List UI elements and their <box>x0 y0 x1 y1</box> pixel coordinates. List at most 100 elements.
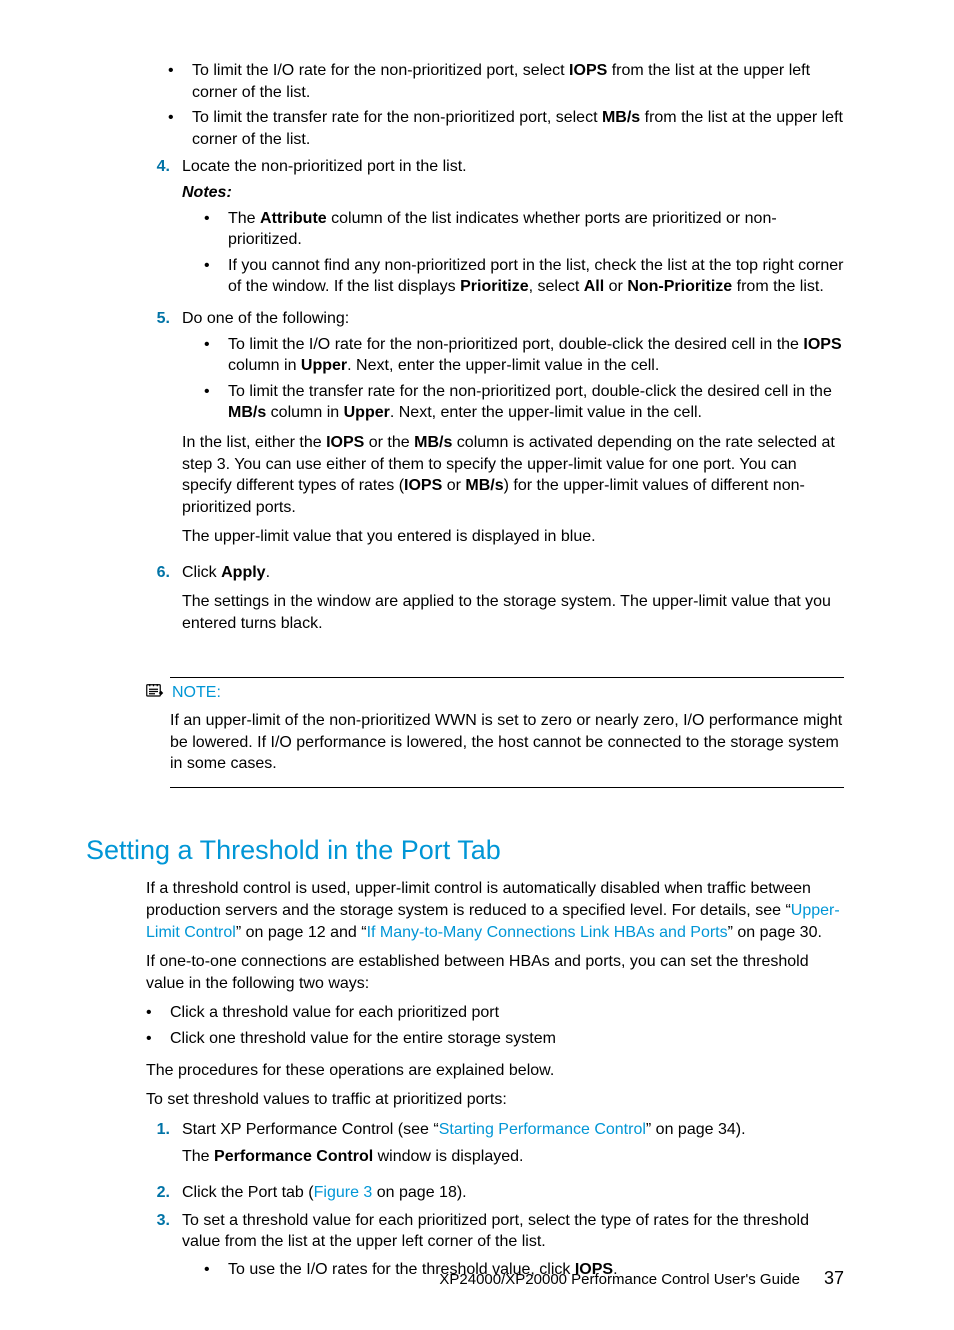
note-block: NOTE: If an upper-limit of the non-prior… <box>146 677 844 788</box>
step-2: 2. Click the Port tab (Figure 3 on page … <box>146 1182 844 1204</box>
link-figure-3[interactable]: Figure 3 <box>314 1184 373 1201</box>
text-bold: IOPS <box>569 62 607 79</box>
bullet-icon <box>204 381 228 424</box>
text-bold: All <box>584 278 604 295</box>
text-bold: MB/s <box>228 404 266 421</box>
step-text: To set a threshold value for each priori… <box>182 1212 809 1251</box>
paragraph: In the list, either the IOPS or the MB/s… <box>182 432 844 518</box>
list-item-text: Click a threshold value for each priorit… <box>170 1002 844 1024</box>
text-bold: Upper <box>301 357 347 374</box>
document-page: To limit the I/O rate for the non-priori… <box>0 0 954 1330</box>
text: or <box>604 278 627 295</box>
text: ” on page 12 and “ <box>236 924 367 941</box>
step-number: 1. <box>146 1119 182 1176</box>
step-text: Click Apply. <box>182 564 270 581</box>
list-item-text: To limit the transfer rate for the non-p… <box>228 381 844 424</box>
section-heading: Setting a Threshold in the Port Tab <box>86 832 844 868</box>
list-item: Click one threshold value for the entire… <box>146 1028 844 1050</box>
bullet-icon <box>204 255 228 298</box>
text: If a threshold control is used, upper-li… <box>146 880 811 919</box>
step-1: 1. Start XP Performance Control (see “St… <box>146 1119 844 1176</box>
text-bold: Prioritize <box>460 278 528 295</box>
paragraph: The procedures for these operations are … <box>146 1060 844 1082</box>
list-item: To limit the I/O rate for the non-priori… <box>182 334 844 377</box>
list-item-text: If you cannot find any non-prioritized p… <box>228 255 844 298</box>
bullet-icon <box>204 1259 228 1281</box>
step-number: 5. <box>146 308 182 556</box>
text-bold: IOPS <box>326 434 364 451</box>
list-item-text: The Attribute column of the list indicat… <box>228 208 844 251</box>
note-icon <box>146 682 170 705</box>
text-bold: IOPS <box>803 336 841 353</box>
step-4: 4. Locate the non-prioritized port in th… <box>146 156 844 302</box>
step-text: Do one of the following: <box>182 310 349 327</box>
text-bold: Non-Prioritize <box>627 278 732 295</box>
list-item: The Attribute column of the list indicat… <box>182 208 844 251</box>
text: In the list, either the <box>182 434 326 451</box>
list-item-text: To limit the I/O rate for the non-priori… <box>192 60 844 103</box>
text: . Next, enter the upper-limit value in t… <box>390 404 702 421</box>
paragraph: The upper-limit value that you entered i… <box>182 526 844 548</box>
text-bold: MB/s <box>465 477 503 494</box>
link-starting-performance-control[interactable]: Starting Performance Control <box>439 1121 646 1138</box>
text: Start XP Performance Control (see “ <box>182 1121 439 1138</box>
text: To limit the transfer rate for the non-p… <box>192 109 602 126</box>
text: ” on page 34). <box>646 1121 746 1138</box>
paragraph: If a threshold control is used, upper-li… <box>146 878 844 943</box>
step-number: 3. <box>146 1210 182 1285</box>
text: column in <box>228 357 301 374</box>
text: , select <box>529 278 584 295</box>
step-body: Locate the non-prioritized port in the l… <box>182 156 844 302</box>
paragraph: The Performance Control window is displa… <box>182 1146 844 1168</box>
text: or the <box>364 434 414 451</box>
text: Click the Port tab ( <box>182 1184 314 1201</box>
notes-label: Notes: <box>182 182 844 204</box>
step-5: 5. Do one of the following: To limit the… <box>146 308 844 556</box>
list-item: To limit the transfer rate for the non-p… <box>182 381 844 424</box>
text-bold: MB/s <box>414 434 452 451</box>
text: . Next, enter the upper-limit value in t… <box>347 357 659 374</box>
step-3-continuation: To limit the I/O rate for the non-priori… <box>146 60 844 150</box>
step-body: Start XP Performance Control (see “Start… <box>182 1119 844 1176</box>
text: window is displayed. <box>373 1148 523 1165</box>
note-body: If an upper-limit of the non-prioritized… <box>170 710 844 775</box>
list-item: If you cannot find any non-prioritized p… <box>182 255 844 298</box>
text-bold: Apply <box>221 564 265 581</box>
bullet-icon <box>204 208 228 251</box>
paragraph: The settings in the window are applied t… <box>182 591 844 634</box>
text: . <box>266 564 270 581</box>
text: To limit the transfer rate for the non-p… <box>228 383 832 400</box>
text-bold: Upper <box>344 404 390 421</box>
text: The <box>182 1148 214 1165</box>
step-body: Do one of the following: To limit the I/… <box>182 308 844 556</box>
text: from the list. <box>732 278 824 295</box>
step-number: 6. <box>146 562 182 643</box>
step-text: Locate the non-prioritized port in the l… <box>182 158 467 175</box>
text: To limit the I/O rate for the non-priori… <box>192 62 569 79</box>
link-many-to-many[interactable]: If Many-to-Many Connections Link HBAs an… <box>367 924 728 941</box>
step-6: 6. Click Apply. The settings in the wind… <box>146 562 844 643</box>
text: column in <box>266 404 343 421</box>
list-item-text: To limit the I/O rate for the non-priori… <box>228 334 844 377</box>
bullet-icon <box>146 1002 170 1024</box>
footer-title: XP24000/XP20000 Performance Control User… <box>439 1270 800 1290</box>
list-item: To limit the I/O rate for the non-priori… <box>146 60 844 103</box>
section-body: If a threshold control is used, upper-li… <box>146 878 844 1284</box>
list-item-text: To limit the transfer rate for the non-p… <box>192 107 844 150</box>
step-body: Click Apply. The settings in the window … <box>182 562 844 643</box>
step-body: Click the Port tab (Figure 3 on page 18)… <box>182 1182 844 1204</box>
text-bold: Attribute <box>260 210 327 227</box>
list-item: Click a threshold value for each priorit… <box>146 1002 844 1024</box>
text: ” on page 30. <box>728 924 822 941</box>
bullet-icon <box>204 334 228 377</box>
text: or <box>442 477 465 494</box>
rule-icon <box>170 787 844 788</box>
list-item: To limit the transfer rate for the non-p… <box>146 107 844 150</box>
note-heading: NOTE: <box>172 682 844 704</box>
text-bold: Performance Control <box>214 1148 373 1165</box>
text: Click <box>182 564 221 581</box>
step-number: 4. <box>146 156 182 302</box>
page-footer: XP24000/XP20000 Performance Control User… <box>439 1266 844 1290</box>
text-bold: MB/s <box>602 109 640 126</box>
text: on page 18). <box>372 1184 466 1201</box>
